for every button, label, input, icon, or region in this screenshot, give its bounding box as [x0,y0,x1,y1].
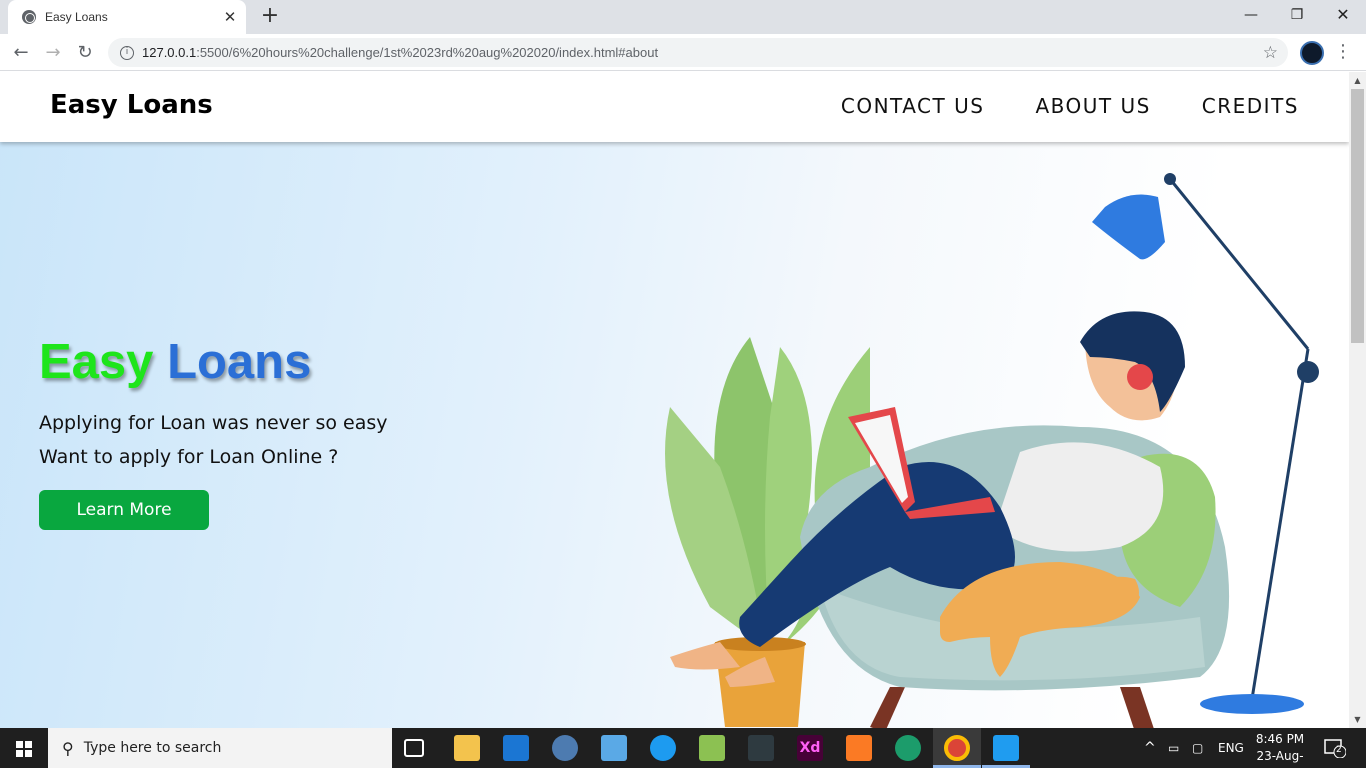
edge-icon[interactable] [895,735,921,761]
new-tab-button[interactable]: + [258,5,282,28]
page-scrollbar[interactable]: ▲ ▼ [1349,72,1366,728]
nav-credits[interactable]: CREDITS [1202,94,1299,118]
start-button[interactable] [0,728,48,768]
bookmark-star-icon[interactable]: ☆ [1263,43,1278,63]
vpn-app-icon[interactable] [650,735,676,761]
search-icon: ⚲ [62,738,74,758]
scrollbar-thumb[interactable] [1351,89,1364,343]
site-navbar: Easy Loans CONTACT US ABOUT US CREDITS [0,72,1349,142]
adobe-xd-icon[interactable]: Xd [797,735,823,761]
url-host: 127.0.0.1 [142,45,197,60]
tab-title: Easy Loans [45,10,108,24]
browser-menu-icon[interactable]: ⋮ [1334,40,1352,66]
xampp-icon[interactable] [846,735,872,761]
restore-button[interactable]: ❐ [1274,0,1320,30]
nav-about-us[interactable]: ABOUT US [1035,94,1150,118]
hero-tagline-1: Applying for Loan was never so easy [39,412,388,434]
notification-count: 2 [1336,745,1342,755]
search-placeholder: Type here to search [83,740,222,756]
control-panel-icon[interactable] [601,735,627,761]
browser-tabstrip: Easy Loans ✕ + — ❐ ✕ [0,0,1366,34]
vscode-icon[interactable] [993,735,1019,761]
address-bar[interactable]: i 127.0.0.1:5500/6%20hours%20challenge/1… [108,38,1288,67]
browser-tab-active[interactable]: Easy Loans ✕ [8,0,246,34]
notification-center-icon[interactable]: 2 [1324,738,1347,759]
filmora-icon[interactable] [748,735,774,761]
minimize-button[interactable]: — [1228,0,1274,30]
page-viewport: Easy Loans CONTACT US ABOUT US CREDITS E… [0,72,1349,728]
nav-links: CONTACT US ABOUT US CREDITS [841,94,1299,118]
hero-title-loans: Loans [167,335,312,389]
clock-time: 8:46 PM [1255,732,1305,746]
tray-chevron-icon[interactable]: ^ [1144,728,1156,768]
task-view-icon[interactable] [404,739,424,757]
profile-avatar[interactable] [1300,41,1324,65]
reload-button[interactable]: ↻ [72,40,98,66]
forward-button[interactable]: → [40,40,66,66]
learn-more-button[interactable]: Learn More [39,490,209,530]
nav-contact-us[interactable]: CONTACT US [841,94,985,118]
tab-close-icon[interactable]: ✕ [220,7,240,27]
hero-title: Easy Loans [39,334,311,390]
media-player-icon[interactable] [552,735,578,761]
file-explorer-icon[interactable] [454,735,480,761]
chrome-icon[interactable] [944,735,970,761]
site-info-icon[interactable]: i [120,45,134,60]
language-indicator[interactable]: ENG [1218,728,1244,768]
network-icon[interactable]: ▢ [1192,728,1203,768]
close-window-button[interactable]: ✕ [1320,0,1366,30]
url-text: 127.0.0.1:5500/6%20hours%20challenge/1st… [142,45,1263,60]
windows-taskbar: ⚲ Type here to search Xd ^ ▭ ▢ ENG 8:46 … [0,728,1366,780]
hero-title-easy: Easy [39,335,154,389]
browser-toolbar: ← → ↻ i 127.0.0.1:5500/6%20hours%20chall… [0,34,1366,71]
hero-illustration [665,173,1319,728]
taskbar-search[interactable]: ⚲ Type here to search [48,728,392,768]
notepad-icon[interactable] [699,735,725,761]
system-clock[interactable]: 8:46 PM 23-Aug-20 [1250,731,1310,782]
hero-tagline-2: Want to apply for Loan Online ? [39,446,339,468]
back-button[interactable]: ← [8,40,34,66]
mail-icon[interactable] [503,735,529,761]
globe-icon [22,10,36,24]
scroll-up-icon[interactable]: ▲ [1349,72,1366,89]
site-brand[interactable]: Easy Loans [50,90,213,120]
clock-date: 23-Aug-20 [1256,749,1304,780]
battery-icon[interactable]: ▭ [1168,728,1179,768]
scroll-down-icon[interactable]: ▼ [1349,711,1366,728]
url-path: :5500/6%20hours%20challenge/1st%2023rd%2… [196,45,659,60]
windows-logo-icon [16,741,32,757]
